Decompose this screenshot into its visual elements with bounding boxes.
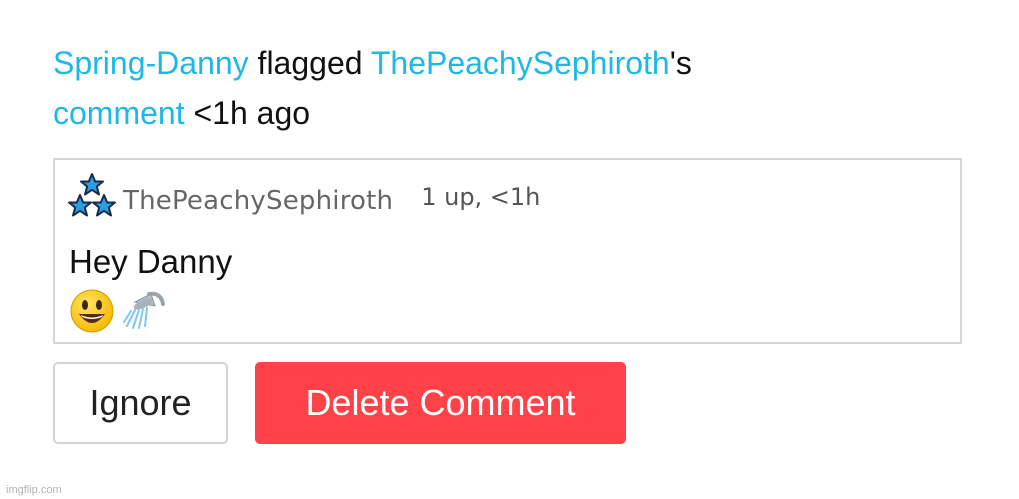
emoji-row (69, 288, 173, 334)
delete-comment-button[interactable]: Delete Comment (255, 362, 626, 444)
smiley-face-emoji-icon (70, 289, 114, 333)
comment-username[interactable]: ThePeachySephiroth (123, 186, 393, 216)
actor-link[interactable]: Spring-Danny (53, 45, 249, 81)
flag-notification: Spring-Danny flagged ThePeachySephiroth'… (53, 38, 953, 138)
comment-text: Hey Danny (69, 243, 233, 280)
timestamp: <1h ago (193, 95, 311, 131)
action-text: flagged (257, 45, 363, 81)
shower-emoji-icon (123, 291, 165, 329)
ignore-button[interactable]: Ignore (53, 362, 228, 444)
target-user-link[interactable]: ThePeachySephiroth (371, 45, 670, 81)
imgflip-watermark: imgflip.com (6, 484, 62, 496)
comment-header: ThePeachySephiroth 1 up, <1h (67, 172, 540, 218)
comment-link[interactable]: comment (53, 95, 185, 131)
comment-card: ThePeachySephiroth 1 up, <1h Hey Danny (53, 158, 962, 344)
comment-meta: 1 up, <1h (421, 183, 541, 211)
possessive-text: 's (669, 45, 692, 81)
three-stars-badge-icon (67, 172, 117, 218)
